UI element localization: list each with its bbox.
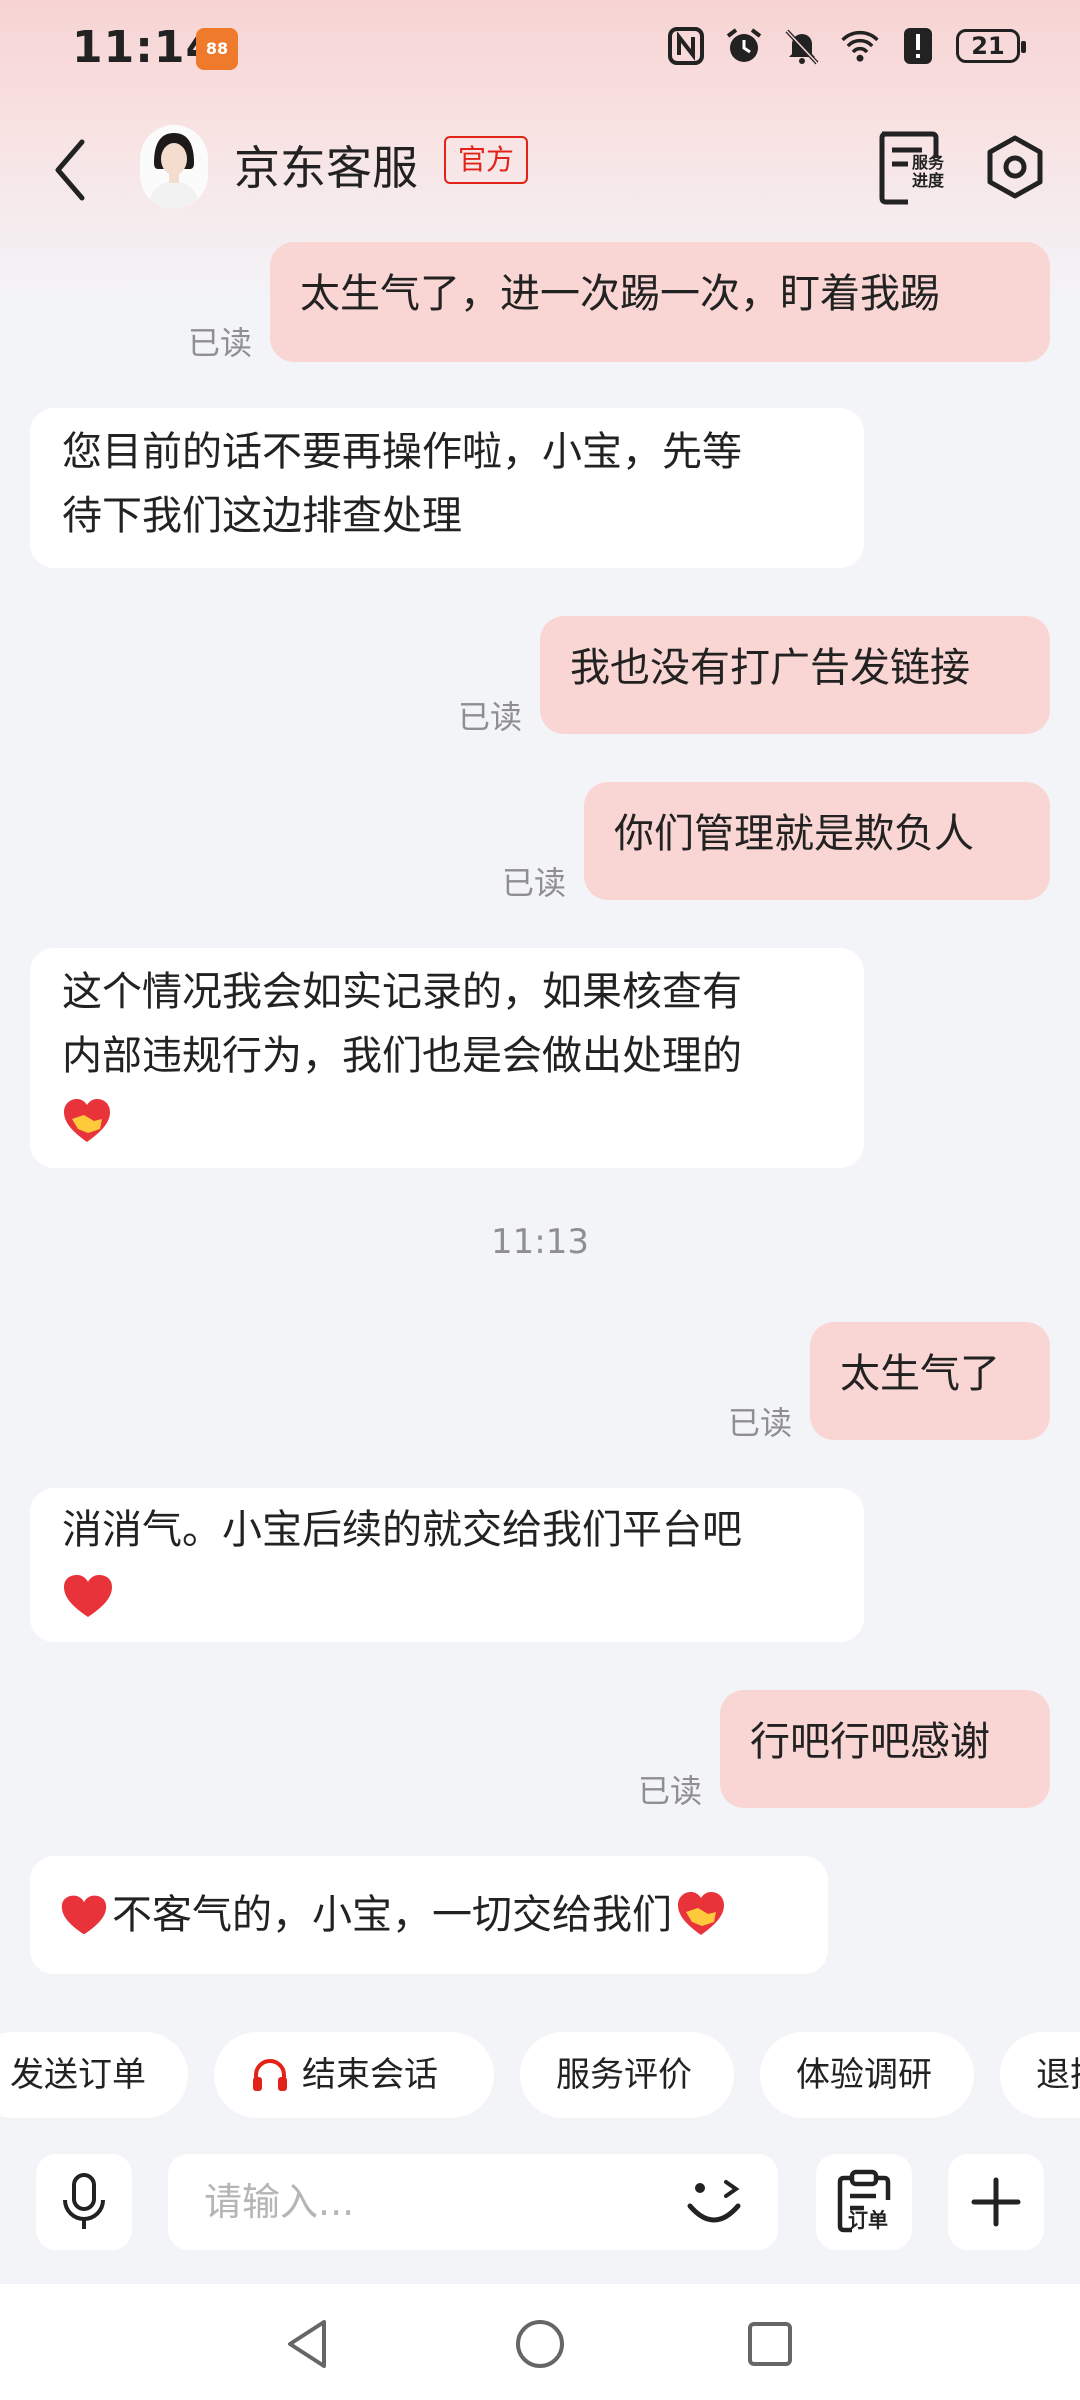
quick-actions: 发送订单 结束会话 服务评价 体验调研 退换	[0, 2032, 1080, 2122]
alarm-icon	[724, 26, 764, 66]
circle-home-icon	[516, 2320, 564, 2368]
quick-action-label: 发送订单	[10, 2055, 146, 2095]
more-button[interactable]	[948, 2154, 1044, 2250]
order-label: 订单	[848, 2208, 888, 2232]
message-bubble-received[interactable]: 消消气。小宝后续的就交给我们平台吧	[30, 1488, 864, 1642]
message-text: 我也没有打广告发链接	[570, 645, 970, 691]
chat-title: 京东客服	[234, 141, 418, 195]
chat-header: 京东客服 官方 服务进度	[0, 110, 1080, 220]
alert-icon	[898, 26, 938, 66]
message-text-line: 内部违规行为，我们也是会做出处理的	[62, 1033, 742, 1079]
message-bubble-received[interactable]: 您目前的话不要再操作啦，小宝，先等 待下我们这边排查处理	[30, 408, 864, 568]
microphone-icon	[63, 2173, 105, 2229]
quick-action-label: 体验调研	[796, 2055, 932, 2095]
message-bubble-sent[interactable]: 我也没有打广告发链接	[540, 616, 1050, 734]
settings-button[interactable]	[980, 132, 1050, 202]
quick-action-label: 退换	[1036, 2055, 1080, 2095]
quick-action-survey[interactable]: 体验调研	[760, 2032, 974, 2118]
message-text-line: 这个情况我会如实记录的，如果核查有	[62, 969, 742, 1015]
message-bubble-sent[interactable]: 太生气了，进一次踢一次，盯着我踢	[270, 242, 1050, 362]
voice-button[interactable]	[36, 2154, 132, 2250]
back-button[interactable]	[40, 130, 100, 210]
nav-back-button[interactable]	[278, 2314, 338, 2374]
message-text: 太生气了	[840, 1351, 1000, 1397]
time-separator: 11:13	[491, 1222, 589, 1262]
message-bubble-received[interactable]: 这个情况我会如实记录的，如果核查有 内部违规行为，我们也是会做出处理的	[30, 948, 864, 1168]
read-receipt: 已读	[188, 324, 253, 362]
message-emoji-line	[62, 1562, 832, 1626]
order-button[interactable]: 订单	[816, 2154, 912, 2250]
message-text: 太生气了，进一次踢一次，盯着我踢	[300, 271, 940, 317]
handshake-heart-emoji	[64, 1099, 110, 1142]
message-text-line: 您目前的话不要再操作啦，小宝，先等	[62, 429, 742, 475]
quick-action-label: 结束会话	[302, 2055, 438, 2095]
heart-emoji	[61, 1895, 107, 1935]
message-text: 你们管理就是欺负人	[614, 811, 974, 857]
app-notification-icon: 88	[196, 28, 238, 70]
handshake-heart-emoji	[678, 1892, 724, 1935]
nav-home-button[interactable]	[510, 2314, 570, 2374]
status-bar: 11:14 88 21	[0, 0, 1080, 100]
nfc-icon	[666, 26, 706, 66]
quick-action-return[interactable]: 退换	[1000, 2032, 1080, 2118]
square-recents-icon	[748, 2322, 792, 2366]
wink-face-icon	[687, 2180, 741, 2223]
nav-recents-button[interactable]	[740, 2314, 800, 2374]
message-text-line: 待下我们这边排查处理	[62, 493, 462, 539]
message-text: 行吧行吧感谢	[750, 1719, 990, 1765]
message-bubble-sent[interactable]: 行吧行吧感谢	[720, 1690, 1050, 1808]
read-receipt: 已读	[728, 1404, 793, 1442]
quick-action-send-order[interactable]: 发送订单	[0, 2032, 188, 2118]
message-bubble-sent[interactable]: 太生气了	[810, 1322, 1050, 1440]
battery-level: 21	[971, 32, 1005, 60]
read-receipt: 已读	[638, 1772, 703, 1810]
status-icons: 21	[666, 26, 1026, 66]
message-bubble-sent[interactable]: 你们管理就是欺负人	[584, 782, 1050, 900]
read-receipt: 已读	[458, 698, 523, 736]
input-bar: 订单	[0, 2130, 1080, 2280]
quick-action-rate-service[interactable]: 服务评价	[520, 2032, 734, 2118]
service-progress-label: 服务进度	[911, 153, 944, 190]
official-badge: 官方	[444, 136, 529, 184]
heart-emoji	[64, 1575, 112, 1617]
message-emoji-line	[62, 1088, 832, 1152]
plus-icon	[971, 2177, 1021, 2227]
chevron-left-icon	[55, 139, 85, 201]
settings-icon	[987, 135, 1043, 199]
avatar[interactable]	[140, 125, 208, 209]
clipboard-icon	[837, 2169, 891, 2233]
wifi-icon	[840, 26, 880, 66]
mute-icon	[782, 26, 822, 66]
triangle-back-icon	[288, 2320, 326, 2368]
message-text: 不客气的，小宝，一切交给我们	[112, 1892, 672, 1938]
headset-icon	[253, 2058, 287, 2091]
emoji-button[interactable]	[680, 2164, 756, 2240]
read-receipt: 已读	[502, 864, 567, 902]
quick-action-end-session[interactable]: 结束会话	[214, 2032, 494, 2118]
battery-icon: 21	[956, 29, 1026, 63]
message-text-line: 消消气。小宝后续的就交给我们平台吧	[62, 1507, 742, 1553]
system-nav-bar	[0, 2284, 1080, 2400]
quick-action-label: 服务评价	[556, 2055, 692, 2095]
message-bubble-received[interactable]: 不客气的，小宝，一切交给我们	[30, 1856, 828, 1974]
